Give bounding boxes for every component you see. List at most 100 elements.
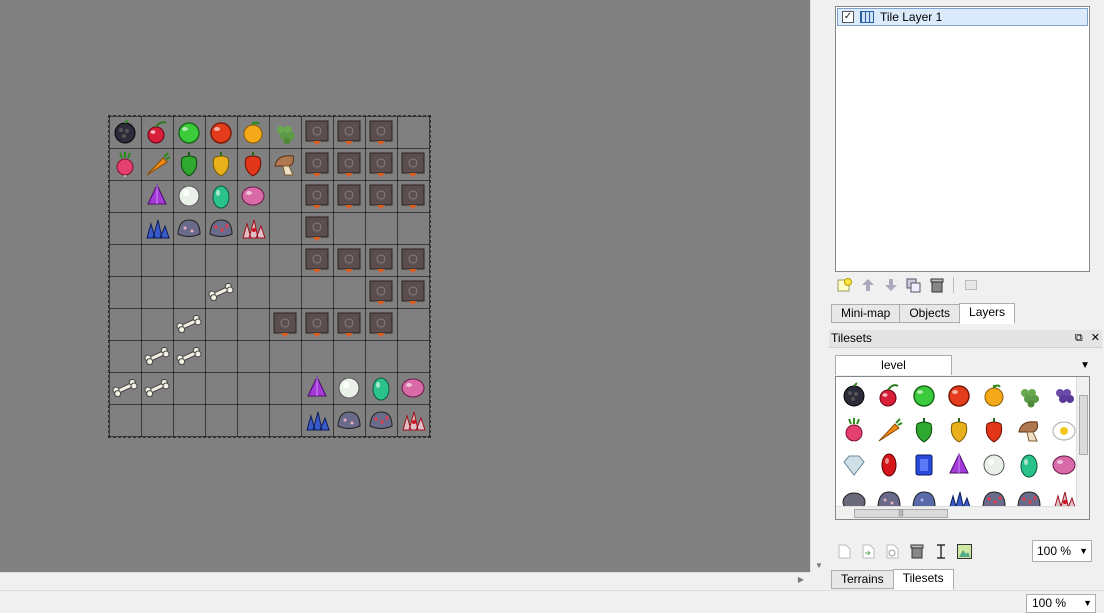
- tileset-tile-red-apple[interactable]: [941, 377, 976, 412]
- tileset-tile-blackberry[interactable]: [836, 377, 871, 412]
- map-tile-crate: [365, 308, 397, 340]
- tileset-vertical-scrollbar[interactable]: [1076, 377, 1089, 519]
- map-zoom-select[interactable]: 100 % ▼: [1026, 594, 1096, 613]
- dock-tabs: Mini-map Objects Layers: [831, 303, 1016, 325]
- tab-mini-map[interactable]: Mini-map: [831, 304, 901, 323]
- tab-tilesets[interactable]: Tilesets: [892, 569, 954, 590]
- map-tile-green-pepper: [173, 148, 205, 180]
- map-tile-bone: [109, 372, 141, 404]
- move-layer-down-icon[interactable]: [881, 276, 900, 295]
- right-dock: ✓ Tile Layer 1 Mini-map Objects Layers T…: [827, 0, 1104, 590]
- map-tile-crate: [397, 180, 429, 212]
- tileset-tile-ruby[interactable]: [871, 447, 906, 482]
- tileset-tile-purple-gem[interactable]: [941, 447, 976, 482]
- tileset-zoom-select[interactable]: 100 % ▼: [1032, 540, 1092, 562]
- import-tileset-icon[interactable]: [859, 542, 878, 561]
- map-tile-crystal: [141, 212, 173, 244]
- tileset-tile-mushroom[interactable]: [1011, 412, 1046, 447]
- tileset-tile-orange[interactable]: [976, 377, 1011, 412]
- map-tile-green-egg: [365, 372, 397, 404]
- tileset-tile-green-egg[interactable]: [1011, 447, 1046, 482]
- canvas-vertical-scrollbar[interactable]: ▼: [810, 0, 827, 572]
- map-tile-crate: [301, 148, 333, 180]
- tileset-horizontal-scrollbar[interactable]: |||: [836, 506, 1077, 519]
- tileset-tile-carrot[interactable]: [871, 412, 906, 447]
- tileset-tile-yellow-pepper[interactable]: [941, 412, 976, 447]
- tab-layers[interactable]: Layers: [959, 303, 1016, 324]
- tileset-tile-radish[interactable]: [836, 412, 871, 447]
- tileset-tile-pearl[interactable]: [976, 447, 1011, 482]
- map-tile-crate: [365, 180, 397, 212]
- map-tile-green-apple: [173, 116, 205, 148]
- float-panel-icon[interactable]: ⧉: [1075, 330, 1083, 347]
- tileset-toolbar: [835, 542, 974, 561]
- canvas-horizontal-scrollbar[interactable]: ▶: [0, 572, 810, 589]
- duplicate-layer-icon[interactable]: [904, 276, 923, 295]
- map-tile-bone: [141, 372, 173, 404]
- tileset-image-icon[interactable]: [955, 542, 974, 561]
- delete-layer-icon[interactable]: [927, 276, 946, 295]
- layers-list[interactable]: ✓ Tile Layer 1: [835, 6, 1090, 272]
- map-tile-crate: [301, 212, 333, 244]
- map-tile-mushroom: [269, 148, 301, 180]
- scroll-corner: [810, 572, 827, 589]
- map-tile-crate: [333, 244, 365, 276]
- tilesets-panel-header: Tilesets ⧉ ✕: [829, 330, 1102, 348]
- map-tile-blackberry: [109, 116, 141, 148]
- new-layer-icon[interactable]: [835, 276, 854, 295]
- tileset-tile-grapes[interactable]: [1011, 377, 1046, 412]
- layer-visibility-checkbox[interactable]: ✓: [842, 11, 854, 23]
- tile-map[interactable]: [108, 115, 431, 438]
- map-tile-purple-gem: [141, 180, 173, 212]
- layer-row-tile-layer-1[interactable]: ✓ Tile Layer 1: [837, 8, 1088, 26]
- new-tileset-icon[interactable]: [835, 542, 854, 561]
- export-tileset-icon[interactable]: [883, 542, 902, 561]
- map-tile-crate: [333, 308, 365, 340]
- remove-tileset-icon[interactable]: [907, 542, 926, 561]
- move-layer-up-icon[interactable]: [858, 276, 877, 295]
- map-tile-crate: [397, 244, 429, 276]
- toolbar-separator: [953, 277, 954, 293]
- edit-terrain-icon[interactable]: [931, 542, 950, 561]
- layer-properties-icon[interactable]: [961, 276, 980, 295]
- map-tile-crate: [301, 180, 333, 212]
- tilesets-panel-title: Tilesets: [831, 331, 872, 345]
- map-tile-orange: [237, 116, 269, 148]
- tileset-view[interactable]: |||: [835, 376, 1090, 520]
- map-tile-crystal: [301, 404, 333, 436]
- map-tile-red-pepper: [237, 148, 269, 180]
- map-canvas[interactable]: [0, 0, 810, 572]
- tileset-tile-sapphire[interactable]: [906, 447, 941, 482]
- scrollbar-thumb[interactable]: [1079, 395, 1088, 455]
- layer-toolbar: [835, 274, 980, 296]
- tileset-tab-level[interactable]: level: [835, 355, 952, 375]
- map-tile-crate: [365, 116, 397, 148]
- scrollbar-thumb[interactable]: |||: [854, 509, 948, 518]
- tileset-tile-red-pepper[interactable]: [976, 412, 1011, 447]
- map-tile-crate: [269, 308, 301, 340]
- map-tile-bone: [141, 340, 173, 372]
- tab-objects[interactable]: Objects: [899, 304, 961, 323]
- tileset-tile-green-apple[interactable]: [906, 377, 941, 412]
- map-tile-grapes: [269, 116, 301, 148]
- tileset-tile-diamond[interactable]: [836, 447, 871, 482]
- close-panel-icon[interactable]: ✕: [1091, 330, 1100, 347]
- scroll-down-arrow-icon[interactable]: ▼: [815, 561, 823, 570]
- tileset-tile-cherry[interactable]: [871, 377, 906, 412]
- map-tile-rock: [333, 404, 365, 436]
- map-tile-pearl: [173, 180, 205, 212]
- layer-name: Tile Layer 1: [880, 10, 943, 24]
- map-tile-cherry: [141, 116, 173, 148]
- tileset-grid[interactable]: [836, 377, 1081, 517]
- map-tile-rock: [173, 212, 205, 244]
- tab-terrains[interactable]: Terrains: [831, 570, 894, 589]
- tileset-tile-green-pepper[interactable]: [906, 412, 941, 447]
- scroll-right-arrow-icon[interactable]: ▶: [798, 575, 804, 584]
- chevron-down-icon: ▼: [1079, 546, 1088, 556]
- map-tile-purple-gem: [301, 372, 333, 404]
- tiled-editor-window: ▼ ▶ ✓ Tile Layer 1 Mini-map Objects Laye…: [0, 0, 1104, 613]
- map-tile-bone: [205, 276, 237, 308]
- tileset-dropdown-icon[interactable]: ▼: [1080, 360, 1090, 371]
- map-tile-crate: [365, 148, 397, 180]
- map-tile-crate: [301, 116, 333, 148]
